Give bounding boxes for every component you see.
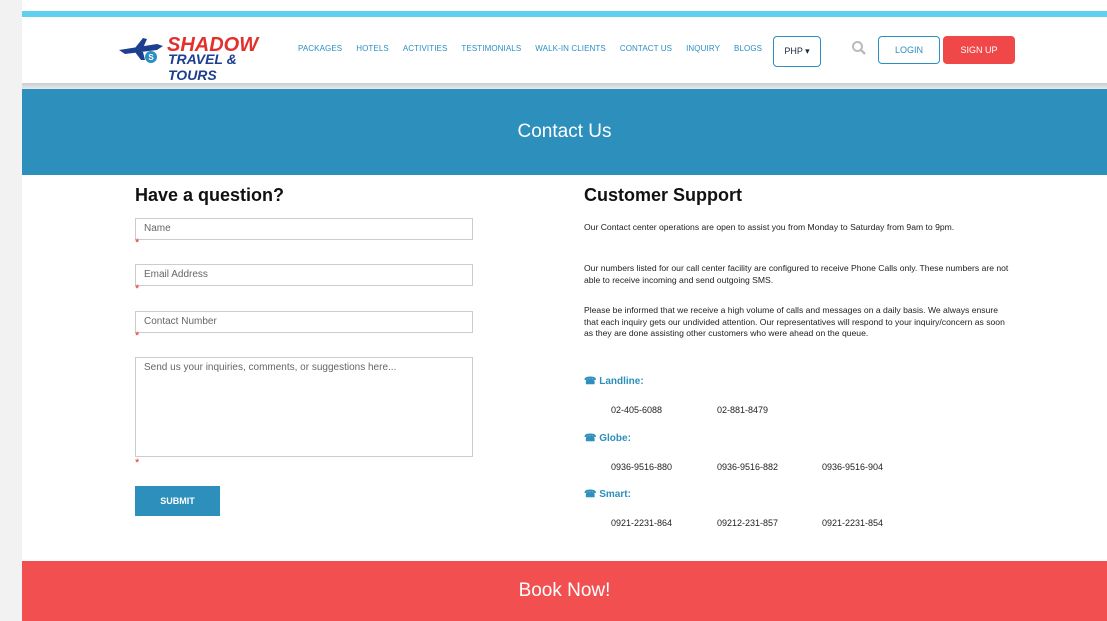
globe-number: 0936-9516-882 (717, 462, 779, 472)
contact-form: Have a question? Name * Email Address * … (135, 185, 475, 516)
login-button[interactable]: LOGIN (878, 36, 940, 64)
customer-support: Customer Support Our Contact center oper… (584, 185, 1014, 528)
globe-number: 0936-9516-904 (822, 462, 884, 472)
name-input[interactable]: Name (135, 218, 473, 240)
currency-select[interactable]: PHP ▾ (773, 36, 821, 67)
page-title: Contact Us (22, 89, 1107, 175)
form-heading: Have a question? (135, 185, 285, 205)
support-sms-text: Our numbers listed for our call center f… (584, 263, 1009, 285)
nav-packages[interactable]: PACKAGES (298, 44, 342, 53)
smart-number: 0921-2231-854 (822, 518, 884, 528)
nav-hotels[interactable]: HOTELS (356, 44, 389, 53)
brand-tagline: TRAVEL & TOURS (168, 51, 237, 83)
book-now-banner[interactable]: Book Now! (22, 561, 1107, 621)
globe-label: ☎ Globe: (584, 433, 631, 444)
contact-required-mark: * (135, 330, 140, 342)
svg-text:S: S (148, 53, 154, 62)
support-heading: Customer Support (584, 185, 743, 205)
page: S SHADOW TRAVEL & TOURS PACKAGES HOTELS … (22, 0, 1107, 621)
site-header: S SHADOW TRAVEL & TOURS PACKAGES HOTELS … (22, 17, 1107, 83)
nav-contact-us[interactable]: CONTACT US (620, 44, 672, 53)
nav-testimonials[interactable]: TESTIMONIALS (461, 44, 521, 53)
landline-number: 02-881-8479 (717, 405, 769, 415)
message-textarea[interactable]: Send us your inquiries, comments, or sug… (135, 357, 473, 457)
message-required-mark: * (135, 457, 140, 469)
smart-label: ☎ Smart: (584, 489, 631, 500)
support-volume-text: Please be informed that we receive a hig… (584, 305, 1005, 338)
landline-label: ☎ Landline: (584, 376, 644, 387)
airplane-icon: S (119, 38, 163, 63)
globe-number: 0936-9516-880 (611, 462, 673, 472)
nav-activities[interactable]: ACTIVITIES (403, 44, 448, 53)
brand-logo[interactable]: S SHADOW TRAVEL & TOURS (117, 34, 277, 83)
support-hours-text: Our Contact center operations are open t… (584, 222, 955, 232)
search-icon[interactable] (851, 40, 867, 56)
submit-button[interactable]: SUBMIT (135, 486, 220, 516)
nav-inquiry[interactable]: INQUIRY (686, 44, 720, 53)
signup-button[interactable]: SIGN UP (943, 36, 1015, 64)
smart-number: 0921-2231-864 (611, 518, 673, 528)
name-required-mark: * (135, 237, 140, 249)
landline-number: 02-405-6088 (611, 405, 663, 415)
email-required-mark: * (135, 283, 140, 295)
nav-blogs[interactable]: BLOGS (734, 44, 762, 53)
main-nav: PACKAGES HOTELS ACTIVITIES TESTIMONIALS … (298, 44, 776, 53)
email-input[interactable]: Email Address (135, 264, 473, 286)
contact-number-input[interactable]: Contact Number (135, 311, 473, 333)
nav-walk-in-clients[interactable]: WALK-IN CLIENTS (535, 44, 606, 53)
smart-number: 09212-231-857 (717, 518, 779, 528)
